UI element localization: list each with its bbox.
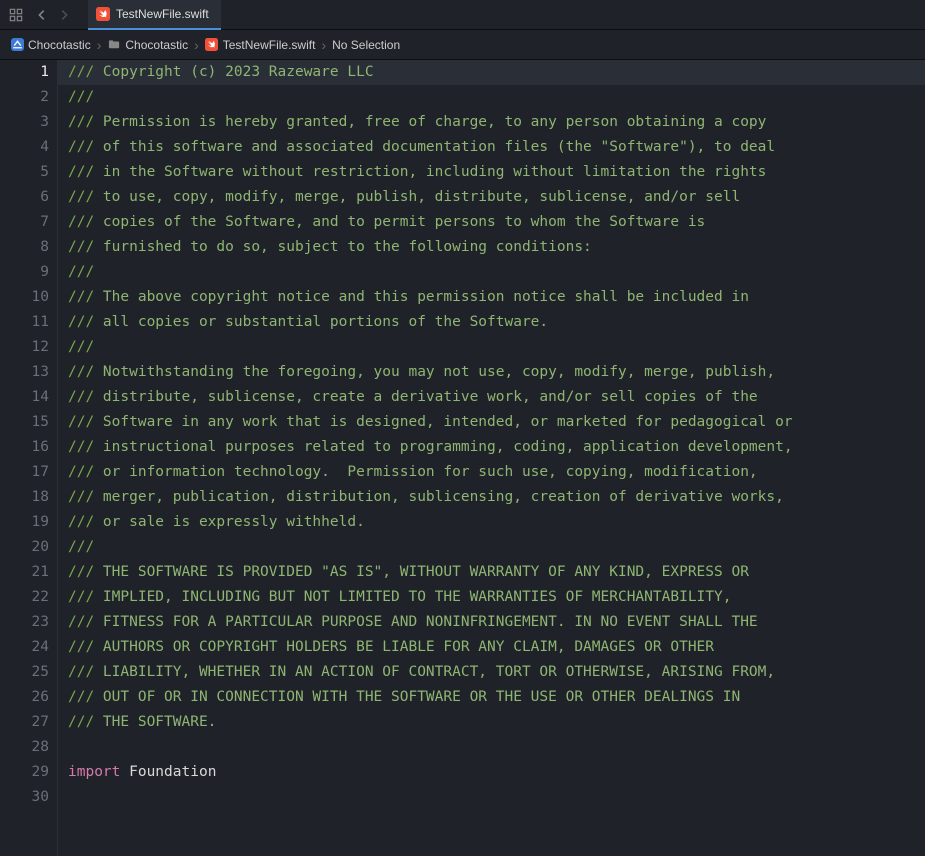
nav-forward-icon[interactable] (54, 5, 74, 25)
code-line: /// (68, 535, 925, 560)
related-items-icon[interactable] (6, 5, 26, 25)
code-line (68, 785, 925, 810)
code-line: /// or sale is expressly withheld. (68, 510, 925, 535)
line-number: 4 (0, 135, 49, 160)
chevron-right-icon: › (192, 37, 201, 53)
line-number: 10 (0, 285, 49, 310)
editor-tab[interactable]: TestNewFile.swift (88, 0, 221, 30)
line-number: 27 (0, 710, 49, 735)
code-line: /// to use, copy, modify, merge, publish… (68, 185, 925, 210)
line-number: 26 (0, 685, 49, 710)
swift-file-icon (96, 7, 110, 21)
code-line: /// FITNESS FOR A PARTICULAR PURPOSE AND… (68, 610, 925, 635)
crumb-selection[interactable]: No Selection (330, 38, 402, 52)
line-number: 21 (0, 560, 49, 585)
nav-back-icon[interactable] (32, 5, 52, 25)
code-line: /// (68, 260, 925, 285)
code-line: /// Copyright (c) 2023 Razeware LLC (58, 60, 925, 85)
code-line: /// The above copyright notice and this … (68, 285, 925, 310)
chevron-right-icon: › (95, 37, 104, 53)
code-editor[interactable]: 1234567891011121314151617181920212223242… (0, 60, 925, 856)
code-line: /// THE SOFTWARE. (68, 710, 925, 735)
crumb-project[interactable]: Chocotastic (8, 38, 93, 52)
code-line: /// IMPLIED, INCLUDING BUT NOT LIMITED T… (68, 585, 925, 610)
line-number: 2 (0, 85, 49, 110)
code-line: /// in the Software without restriction,… (68, 160, 925, 185)
crumb-group[interactable]: Chocotastic (105, 38, 190, 52)
crumb-label: No Selection (332, 38, 400, 52)
line-number: 25 (0, 660, 49, 685)
code-line: /// instructional purposes related to pr… (68, 435, 925, 460)
line-number: 20 (0, 535, 49, 560)
line-number: 11 (0, 310, 49, 335)
line-number: 18 (0, 485, 49, 510)
code-line: /// Software in any work that is designe… (68, 410, 925, 435)
editor-toolbar: TestNewFile.swift (0, 0, 925, 30)
line-number: 15 (0, 410, 49, 435)
line-number: 28 (0, 735, 49, 760)
code-line: /// (68, 335, 925, 360)
line-number: 24 (0, 635, 49, 660)
line-number: 3 (0, 110, 49, 135)
line-number: 29 (0, 760, 49, 785)
line-number: 30 (0, 785, 49, 810)
code-line: /// all copies or substantial portions o… (68, 310, 925, 335)
line-number: 7 (0, 210, 49, 235)
code-line: /// OUT OF OR IN CONNECTION WITH THE SOF… (68, 685, 925, 710)
line-number: 23 (0, 610, 49, 635)
code-line: import Foundation (68, 760, 925, 785)
code-line: /// furnished to do so, subject to the f… (68, 235, 925, 260)
code-line: /// or information technology. Permissio… (68, 460, 925, 485)
line-number: 14 (0, 385, 49, 410)
code-line: /// Permission is hereby granted, free o… (68, 110, 925, 135)
swift-file-icon (205, 38, 219, 52)
code-line: /// AUTHORS OR COPYRIGHT HOLDERS BE LIAB… (68, 635, 925, 660)
line-number: 9 (0, 260, 49, 285)
line-number: 6 (0, 185, 49, 210)
chevron-right-icon: › (319, 37, 328, 53)
code-line: /// merger, publication, distribution, s… (68, 485, 925, 510)
code-line: /// Notwithstanding the foregoing, you m… (68, 360, 925, 385)
line-number: 22 (0, 585, 49, 610)
line-number: 13 (0, 360, 49, 385)
crumb-label: Chocotastic (125, 38, 188, 52)
code-content[interactable]: /// Copyright (c) 2023 Razeware LLC/// /… (58, 60, 925, 856)
code-line: /// (68, 85, 925, 110)
tab-filename: TestNewFile.swift (116, 7, 209, 21)
code-line: /// copies of the Software, and to permi… (68, 210, 925, 235)
code-line: /// LIABILITY, WHETHER IN AN ACTION OF C… (68, 660, 925, 685)
line-number-gutter: 1234567891011121314151617181920212223242… (0, 60, 58, 856)
code-line: /// of this software and associated docu… (68, 135, 925, 160)
code-line: /// THE SOFTWARE IS PROVIDED "AS IS", WI… (68, 560, 925, 585)
project-icon (10, 38, 24, 52)
line-number: 16 (0, 435, 49, 460)
crumb-label: Chocotastic (28, 38, 91, 52)
line-number: 5 (0, 160, 49, 185)
line-number: 19 (0, 510, 49, 535)
jump-bar: Chocotastic › Chocotastic › TestNewFile.… (0, 30, 925, 60)
crumb-label: TestNewFile.swift (223, 38, 316, 52)
line-number: 1 (0, 60, 49, 85)
folder-icon (107, 38, 121, 52)
code-line (68, 735, 925, 760)
code-line: /// distribute, sublicense, create a der… (68, 385, 925, 410)
line-number: 8 (0, 235, 49, 260)
line-number: 12 (0, 335, 49, 360)
crumb-file[interactable]: TestNewFile.swift (203, 38, 318, 52)
line-number: 17 (0, 460, 49, 485)
